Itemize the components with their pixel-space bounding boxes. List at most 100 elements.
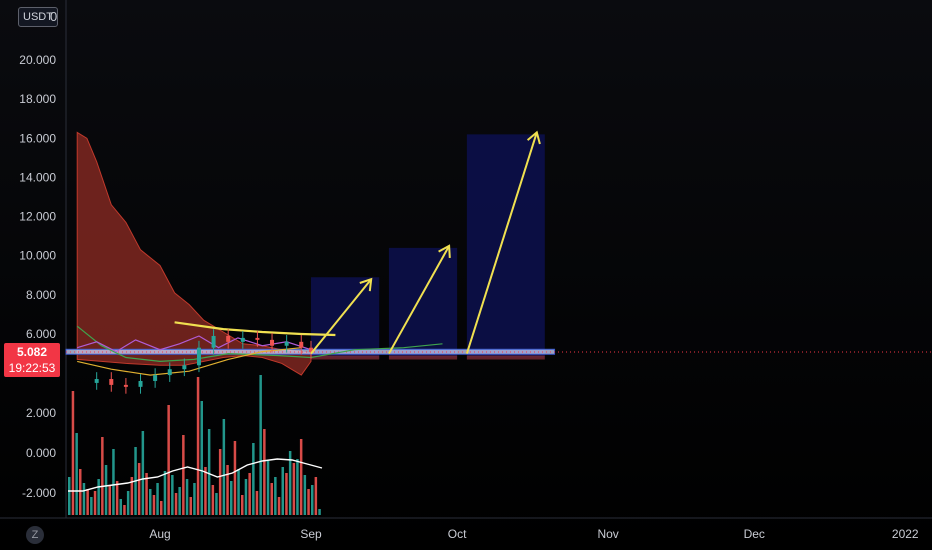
histogram-bar [196,377,200,515]
histogram-bar [152,495,156,515]
oscillator-tick-label: 0.000 [26,446,56,460]
histogram-bar [90,497,93,515]
histogram-bar [248,473,251,515]
candle-body [240,337,245,342]
histogram-bar [108,485,111,515]
histogram-bar [112,449,115,515]
candle-body [94,379,99,383]
histogram-bar [237,469,240,515]
histogram-bar [163,471,167,515]
price-tick-label: 20.000 [19,53,56,67]
histogram-bar [182,435,185,515]
histogram-bar [178,487,181,515]
histogram-bar [307,489,310,515]
candle-body [182,365,187,370]
histogram-bar [160,501,163,515]
histogram-bar [97,479,100,515]
time-tick-label: Oct [448,527,467,541]
histogram-bar [226,465,229,515]
histogram-bar [259,375,262,515]
projection-box-2 [388,247,458,358]
histogram-bar [266,461,270,515]
chart-canvas: 20.000 18.000 16.000 14.000 12.000 10.000 8.00… [0,0,932,550]
histogram-bar [263,429,266,515]
price-tick-label: 6.000 [26,327,56,341]
histogram-bar [285,473,288,515]
histogram-bar [115,481,119,515]
histogram-bar [292,463,296,515]
histogram-bar [277,497,281,515]
histogram-bar [119,499,122,515]
histogram-bar [93,491,97,515]
time-tick-label: Sep [300,527,322,541]
histogram-bar [274,477,277,515]
histogram-bar [174,493,178,515]
histogram-bar [82,483,86,515]
histogram-bar [75,433,78,515]
histogram-bar [299,439,303,515]
histogram-bar [71,391,75,515]
histogram-bar [233,441,237,515]
histogram-bar [222,419,226,515]
histogram-bar [281,467,284,515]
candle-body [196,347,201,366]
time-tick-label: Nov [597,527,618,541]
price-tick-label: 18.000 [19,92,56,106]
histogram-bar [137,463,141,515]
histogram-bar [193,483,196,515]
last-price-tag: 5.082 19:22:53 [4,343,60,377]
candle-body [153,375,158,381]
histogram-bar [311,485,314,515]
histogram-bar [156,483,159,515]
histogram-bar [104,465,108,515]
histogram-bar [149,489,152,515]
histogram-bar [189,497,192,515]
histogram-bar [314,477,318,515]
candle-body [226,335,231,342]
candle-body [167,369,172,376]
price-tick-label: 10.000 [19,249,56,263]
histogram-bar [167,405,170,515]
time-tick-label: 2022 [892,527,919,541]
candle-body [211,335,216,348]
histogram-bar [244,479,248,515]
candle-body [138,380,143,387]
timezone-button[interactable]: Z [26,526,44,544]
price-tick-label: 14.000 [19,170,56,184]
histogram-bar [230,481,233,515]
last-price-value: 5.082 [16,345,48,359]
histogram-bar [126,491,130,515]
histogram-bar [79,469,82,515]
candle-body [109,379,114,385]
histogram-bar [200,401,203,515]
candle-body [270,339,275,346]
histogram-bar [101,437,104,515]
histogram-bar [296,459,299,515]
price-tick-label: 8.000 [26,288,56,302]
projection-base-2 [388,355,458,360]
histogram-bar [123,505,126,515]
bar-countdown: 19:22:53 [8,361,56,375]
projection-base-3 [466,355,545,360]
projection-box-1 [311,277,380,358]
histogram-bar [68,477,71,515]
candle-body [255,337,260,340]
candle-body [123,384,128,387]
histogram-bar [141,431,145,515]
histogram-bar [86,489,89,515]
histogram-bar [303,475,307,515]
histogram-bar [270,483,273,515]
oscillator-tick-label: -2.000 [22,486,56,500]
currency-unit-zero: 0 [50,9,58,24]
candle-body [299,341,304,348]
histogram-bar [207,429,211,515]
histogram-bar [211,485,215,515]
time-tick-label: Dec [744,527,765,541]
histogram-bar [185,479,189,515]
histogram-bar [171,475,174,515]
histogram-bar [255,491,259,515]
histogram-bar [215,493,218,515]
histogram-bar [318,509,321,515]
time-tick-label: Aug [149,527,170,541]
histogram-bar [204,467,207,515]
